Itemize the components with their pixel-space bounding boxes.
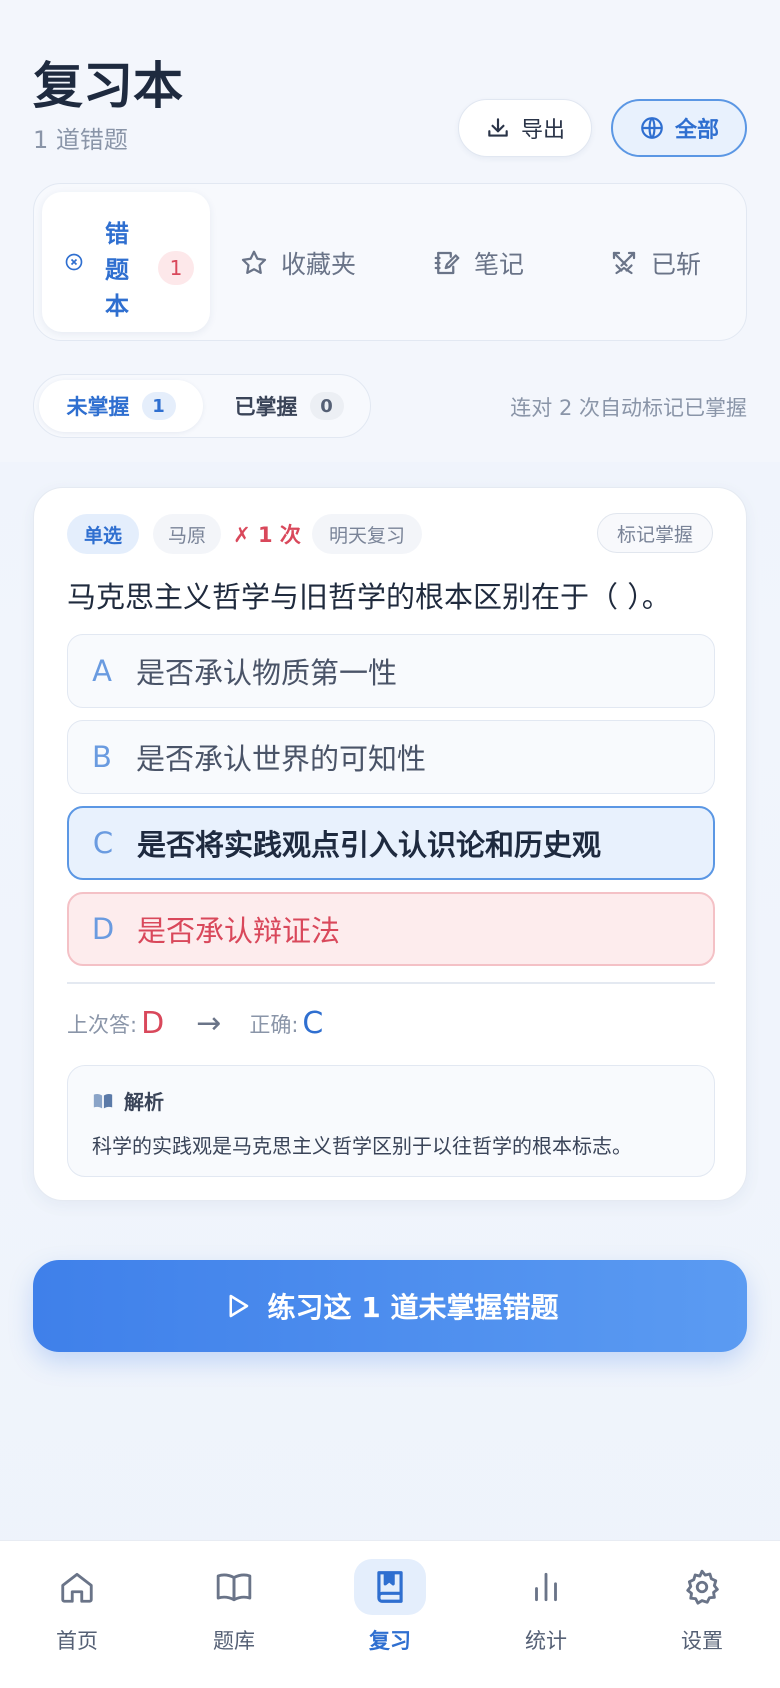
wrong-times-tag: ✗ 1 次 — [233, 523, 301, 547]
close-circle-icon — [65, 253, 83, 271]
page-title: 复习本 — [33, 57, 183, 115]
tab-notes-label: 笔记 — [474, 250, 525, 279]
last-answer-value: D — [141, 1006, 165, 1041]
option-letter: A — [92, 654, 112, 688]
scope-all-button[interactable]: 全部 — [611, 99, 747, 157]
star-icon — [241, 250, 267, 274]
divider — [67, 982, 715, 984]
play-icon — [229, 1294, 248, 1318]
swords-icon — [612, 251, 636, 275]
export-button[interactable]: 导出 — [458, 99, 592, 157]
option-letter: C — [92, 826, 114, 860]
nav-review[interactable]: 复习 — [335, 1559, 445, 1669]
option-letter: B — [92, 740, 112, 774]
explanation-title: 解析 — [124, 1090, 164, 1114]
arrow-right-icon: → — [196, 1006, 222, 1041]
explanation-text: 科学的实践观是马克思主义哲学区别于以往哲学的根本标志。 — [92, 1134, 632, 1158]
question-card: 单选 马原 ✗ 1 次 明天复习 标记掌握 马克思主义哲学与旧哲学的根本区别在于… — [33, 487, 747, 1201]
filter-mastered-count: 0 — [309, 392, 344, 420]
answer-comparison: 上次答: D → 正确: C — [67, 1006, 323, 1041]
filter-unmastered-count: 1 — [141, 392, 176, 420]
download-icon — [488, 118, 508, 137]
explanation-box: 解析 科学的实践观是马克思主义哲学区别于以往哲学的根本标志。 — [67, 1065, 715, 1177]
tab-cleared-label: 已斩 — [651, 250, 702, 279]
nav-question-bank[interactable]: 题库 — [179, 1559, 289, 1669]
correct-answer-value: C — [302, 1006, 324, 1041]
note-edit-icon — [434, 251, 460, 275]
export-label: 导出 — [520, 118, 565, 143]
option-b[interactable]: B 是否承认世界的可知性 — [67, 720, 715, 794]
mark-mastered-button[interactable]: 标记掌握 — [597, 513, 713, 553]
book-icon — [216, 1573, 252, 1602]
option-d-wrong[interactable]: D 是否承认辩证法 — [67, 892, 715, 966]
tab-cleared[interactable]: 已斩 — [609, 184, 701, 342]
filter-mastered[interactable]: 已掌握 0 — [224, 380, 354, 432]
option-text: 是否将实践观点引入认识论和历史观 — [137, 828, 602, 862]
tab-wrong-book[interactable]: 错 题 本 1 — [42, 192, 210, 332]
option-c-correct[interactable]: C 是否将实践观点引入认识论和历史观 — [67, 806, 715, 880]
nav-stats-label: 统计 — [525, 1629, 567, 1653]
question-text: 马克思主义哲学与旧哲学的根本区别在于（ ）。 — [67, 580, 671, 614]
nav-settings-label: 设置 — [681, 1629, 723, 1653]
filter-unmastered[interactable]: 未掌握 1 — [39, 380, 203, 432]
tab-wrong-book-count: 1 — [158, 251, 194, 285]
open-book-icon — [93, 1093, 113, 1108]
nav-settings[interactable]: 设置 — [647, 1559, 757, 1669]
home-icon — [61, 1572, 93, 1603]
mastery-filter: 未掌握 1 已掌握 0 — [33, 374, 371, 438]
bar-chart-icon — [535, 1572, 557, 1602]
bottom-nav: 首页 题库 复习 统计 设置 — [0, 1540, 780, 1688]
nav-home[interactable]: 首页 — [22, 1559, 132, 1669]
last-answer-label: 上次答: — [67, 1012, 138, 1037]
review-schedule-tag: 明天复习 — [312, 514, 422, 554]
practice-unmastered-button[interactable]: 练习这 1 道未掌握错题 — [33, 1260, 747, 1352]
bookmark-book-icon — [377, 1571, 403, 1603]
tab-notes[interactable]: 笔记 — [432, 184, 524, 342]
option-text: 是否承认世界的可知性 — [136, 742, 427, 776]
filter-unmastered-label: 未掌握 — [66, 395, 130, 419]
filter-mastered-label: 已掌握 — [234, 395, 298, 419]
review-tabs: 错 题 本 1 收藏夹 笔记 已斩 — [33, 183, 747, 341]
nav-review-label: 复习 — [369, 1629, 411, 1653]
option-letter: D — [91, 912, 115, 946]
option-text: 是否承认辩证法 — [137, 914, 341, 948]
explanation-header: 解析 — [92, 1086, 164, 1115]
correct-answer-label: 正确: — [249, 1012, 299, 1037]
nav-bank-label: 题库 — [213, 1629, 255, 1653]
practice-button-label: 练习这 1 道未掌握错题 — [267, 1291, 559, 1324]
question-type-tag: 单选 — [67, 514, 139, 554]
option-text: 是否承认物质第一性 — [136, 656, 398, 690]
scope-all-label: 全部 — [674, 118, 719, 143]
subject-tag: 马原 — [153, 514, 221, 554]
option-a[interactable]: A 是否承认物质第一性 — [67, 634, 715, 708]
gear-icon — [686, 1569, 719, 1605]
nav-home-label: 首页 — [56, 1629, 98, 1653]
wrong-count-subtitle: 1 道错题 — [33, 126, 128, 154]
tab-favorites[interactable]: 收藏夹 — [239, 184, 356, 342]
globe-icon — [641, 117, 663, 139]
auto-master-hint: 连对 2 次自动标记已掌握 — [510, 396, 747, 420]
tab-wrong-book-label: 错 题 本 — [105, 220, 129, 320]
tab-favorites-label: 收藏夹 — [281, 250, 357, 279]
nav-stats[interactable]: 统计 — [491, 1559, 601, 1669]
